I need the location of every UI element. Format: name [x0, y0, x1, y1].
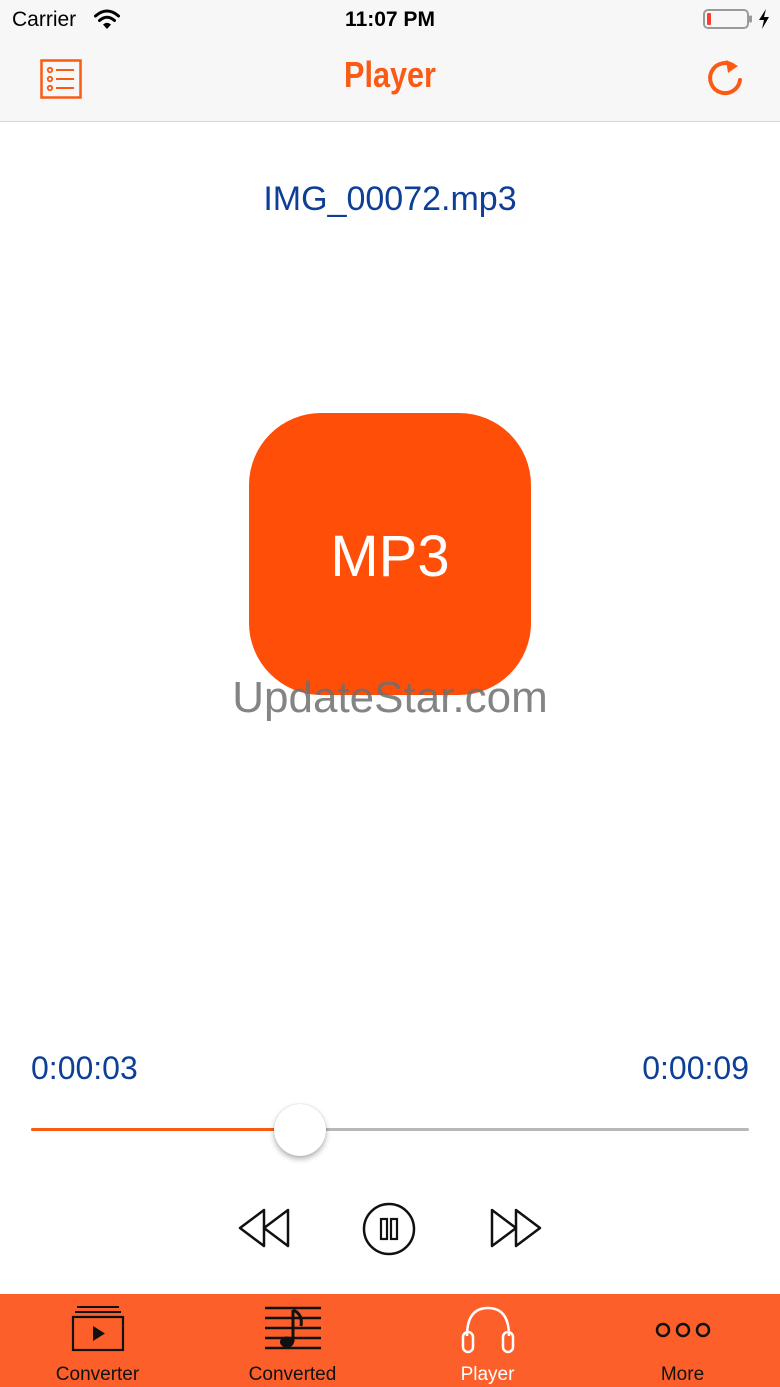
status-time: 11:07 PM: [345, 8, 435, 31]
progress-fill: [31, 1128, 301, 1131]
battery-icon: [703, 8, 753, 35]
elapsed-time: 0:00:03: [31, 1050, 138, 1086]
tab-label-converter: Converter: [55, 1364, 140, 1385]
artwork-label: MP3: [330, 524, 450, 589]
progress-thumb[interactable]: [274, 1104, 327, 1156]
tab-label-converted: Converted: [248, 1364, 337, 1385]
total-time: 0:00:09: [642, 1050, 749, 1086]
watermark: UpdateStar.com: [232, 673, 548, 722]
status-bar: Carrier 11:07 PM: [0, 0, 780, 40]
progress-slider[interactable]: [31, 1104, 749, 1156]
fast-forward-button[interactable]: [488, 1206, 544, 1255]
charging-bolt-icon: [757, 8, 771, 35]
page-title: Player: [344, 54, 436, 95]
pause-button[interactable]: [362, 1202, 416, 1261]
album-artwork: MP3: [249, 413, 531, 695]
tab-more[interactable]: More: [585, 1294, 780, 1387]
rewind-button[interactable]: [236, 1206, 292, 1255]
refresh-icon[interactable]: [704, 56, 748, 107]
more-dots-icon: [585, 1304, 780, 1361]
tab-converter[interactable]: Converter: [0, 1294, 195, 1387]
video-converter-icon: [0, 1304, 195, 1359]
tab-converted[interactable]: Converted: [195, 1294, 390, 1387]
rewind-icon: [238, 1208, 290, 1248]
tab-label-more: More: [660, 1364, 705, 1385]
fast-forward-icon: [490, 1208, 542, 1248]
file-name: IMG_00072.mp3: [263, 180, 517, 218]
tab-player[interactable]: Player: [390, 1294, 585, 1387]
tab-bar: Converter Converted Player More: [0, 1294, 780, 1387]
music-sheet-icon: [195, 1304, 390, 1361]
tab-label-player: Player: [460, 1364, 515, 1385]
headphones-icon: [390, 1304, 585, 1361]
navigation-bar: Player: [0, 40, 780, 122]
pause-icon: [362, 1202, 416, 1256]
